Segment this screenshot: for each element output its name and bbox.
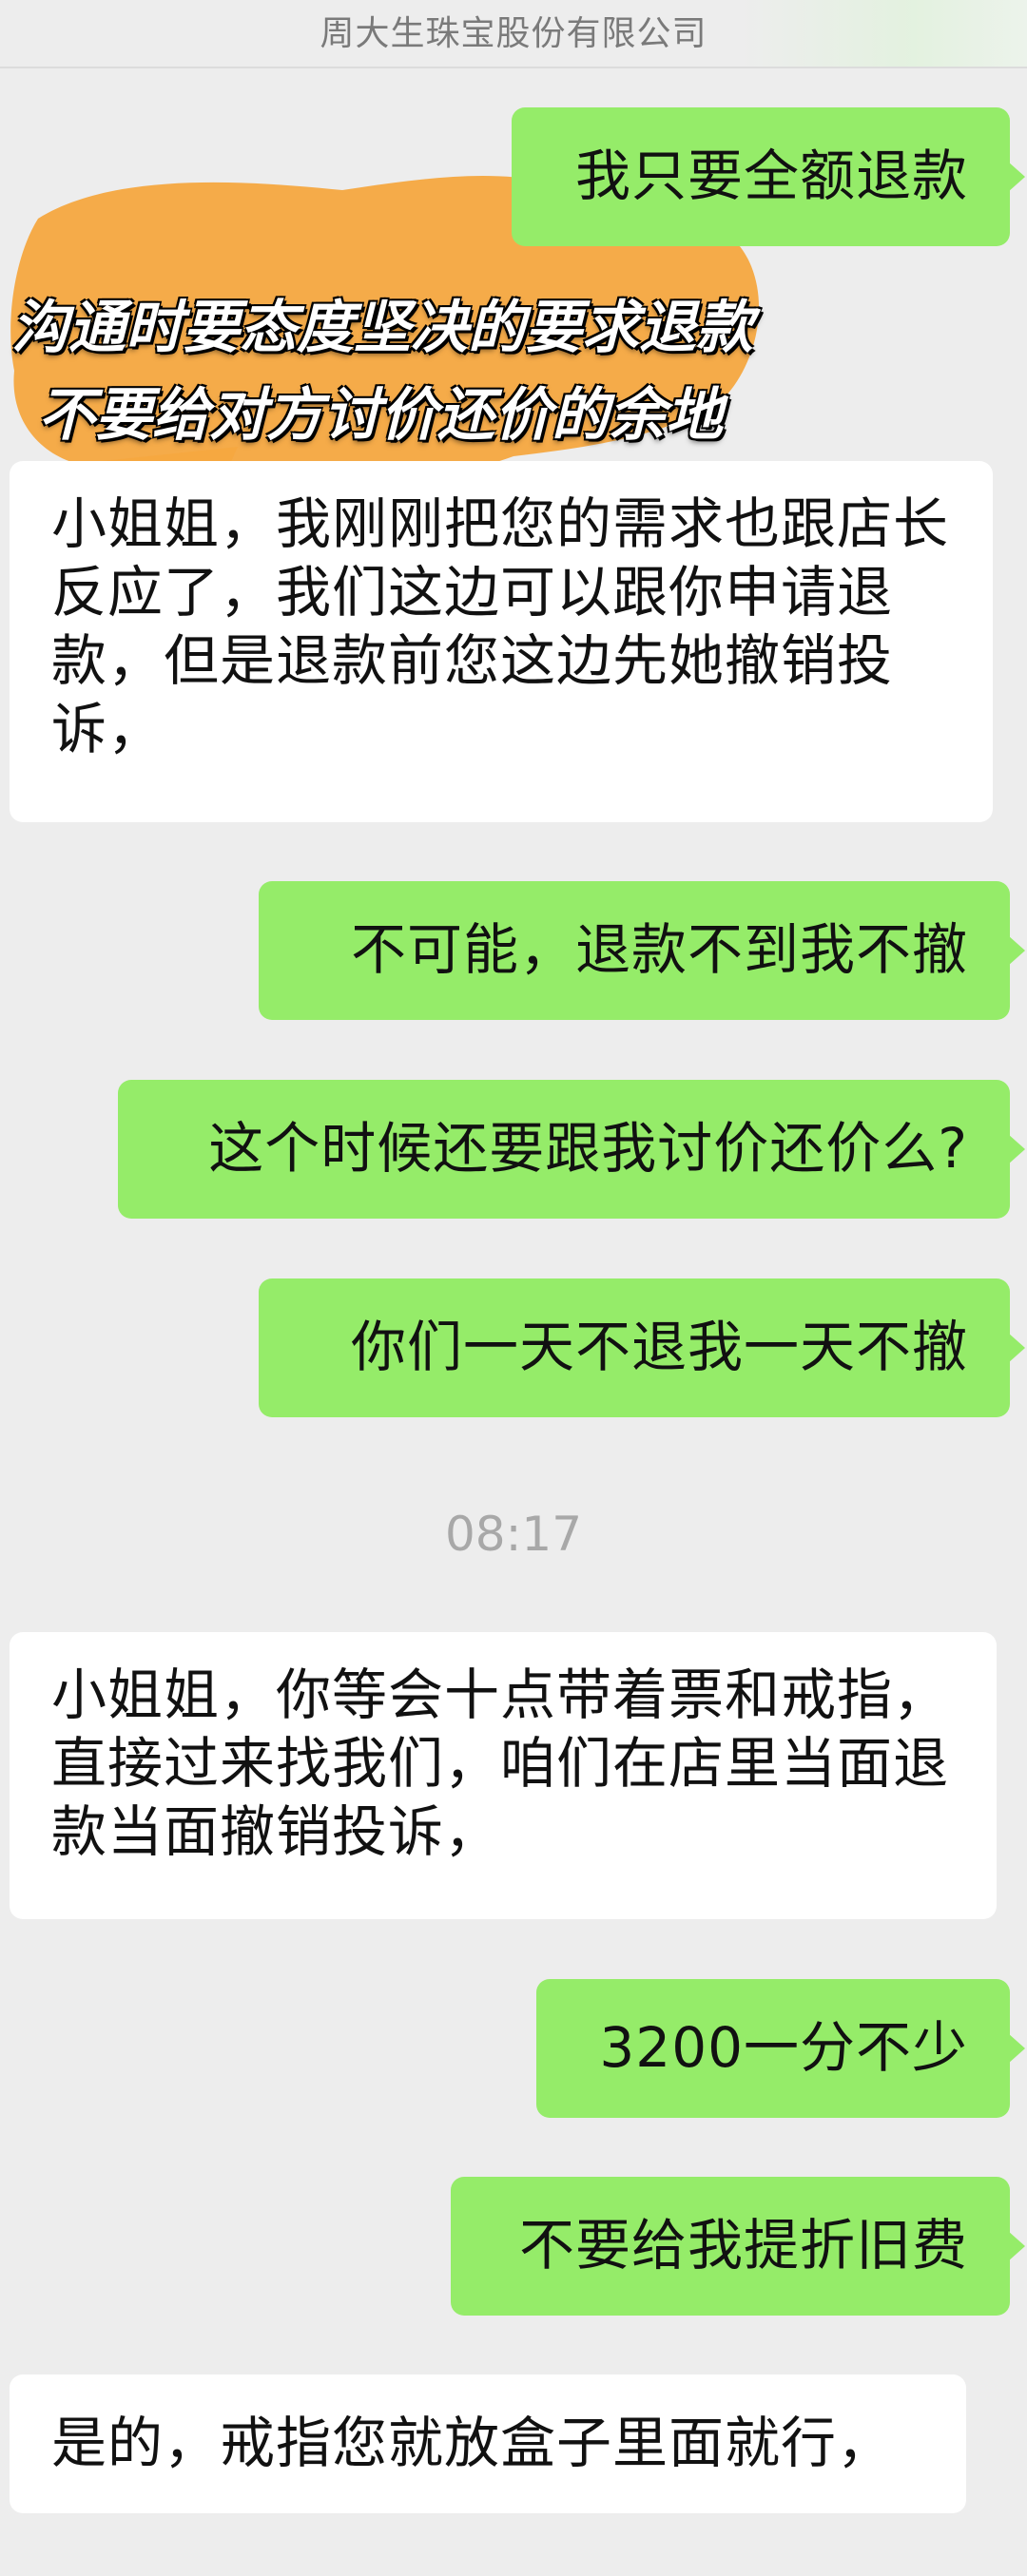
message-bubble-self[interactable]: 3200一分不少 <box>536 1979 1025 2118</box>
message-bubble-other[interactable]: 小姐姐，我刚刚把您的需求也跟店长反应了，我们这边可以跟你申请退款，但是退款前您这… <box>10 461 993 822</box>
message-bubble-self[interactable]: 不可能，退款不到我不撤 <box>259 881 1025 1020</box>
overlay-caption-line2: 不要给对方讨价还价的余地 <box>38 382 723 449</box>
message-bubble-self[interactable]: 我只要全额退款 <box>512 107 1025 246</box>
message-bubble-other[interactable]: 是的，戒指您就放盒子里面就行， <box>10 2374 966 2513</box>
message-timestamp: 08:17 <box>444 1507 583 1562</box>
message-bubble-self[interactable]: 不要给我提折旧费 <box>451 2177 1025 2316</box>
message-bubble-other[interactable]: 小姐姐，你等会十点带着票和戒指，直接过来找我们，咱们在店里当面退款当面撤销投诉， <box>10 1632 997 1919</box>
chat-title: 周大生珠宝股份有限公司 <box>320 14 707 53</box>
overlay-caption-line1: 沟通时要态度坚决的要求退款 <box>11 295 753 361</box>
message-bubble-self[interactable]: 这个时候还要跟我讨价还价么? <box>118 1080 1025 1219</box>
bottom-edge <box>0 2559 1027 2576</box>
chat-header: 周大生珠宝股份有限公司 <box>0 0 1027 68</box>
message-bubble-self[interactable]: 你们一天不退我一天不撤 <box>259 1278 1025 1417</box>
